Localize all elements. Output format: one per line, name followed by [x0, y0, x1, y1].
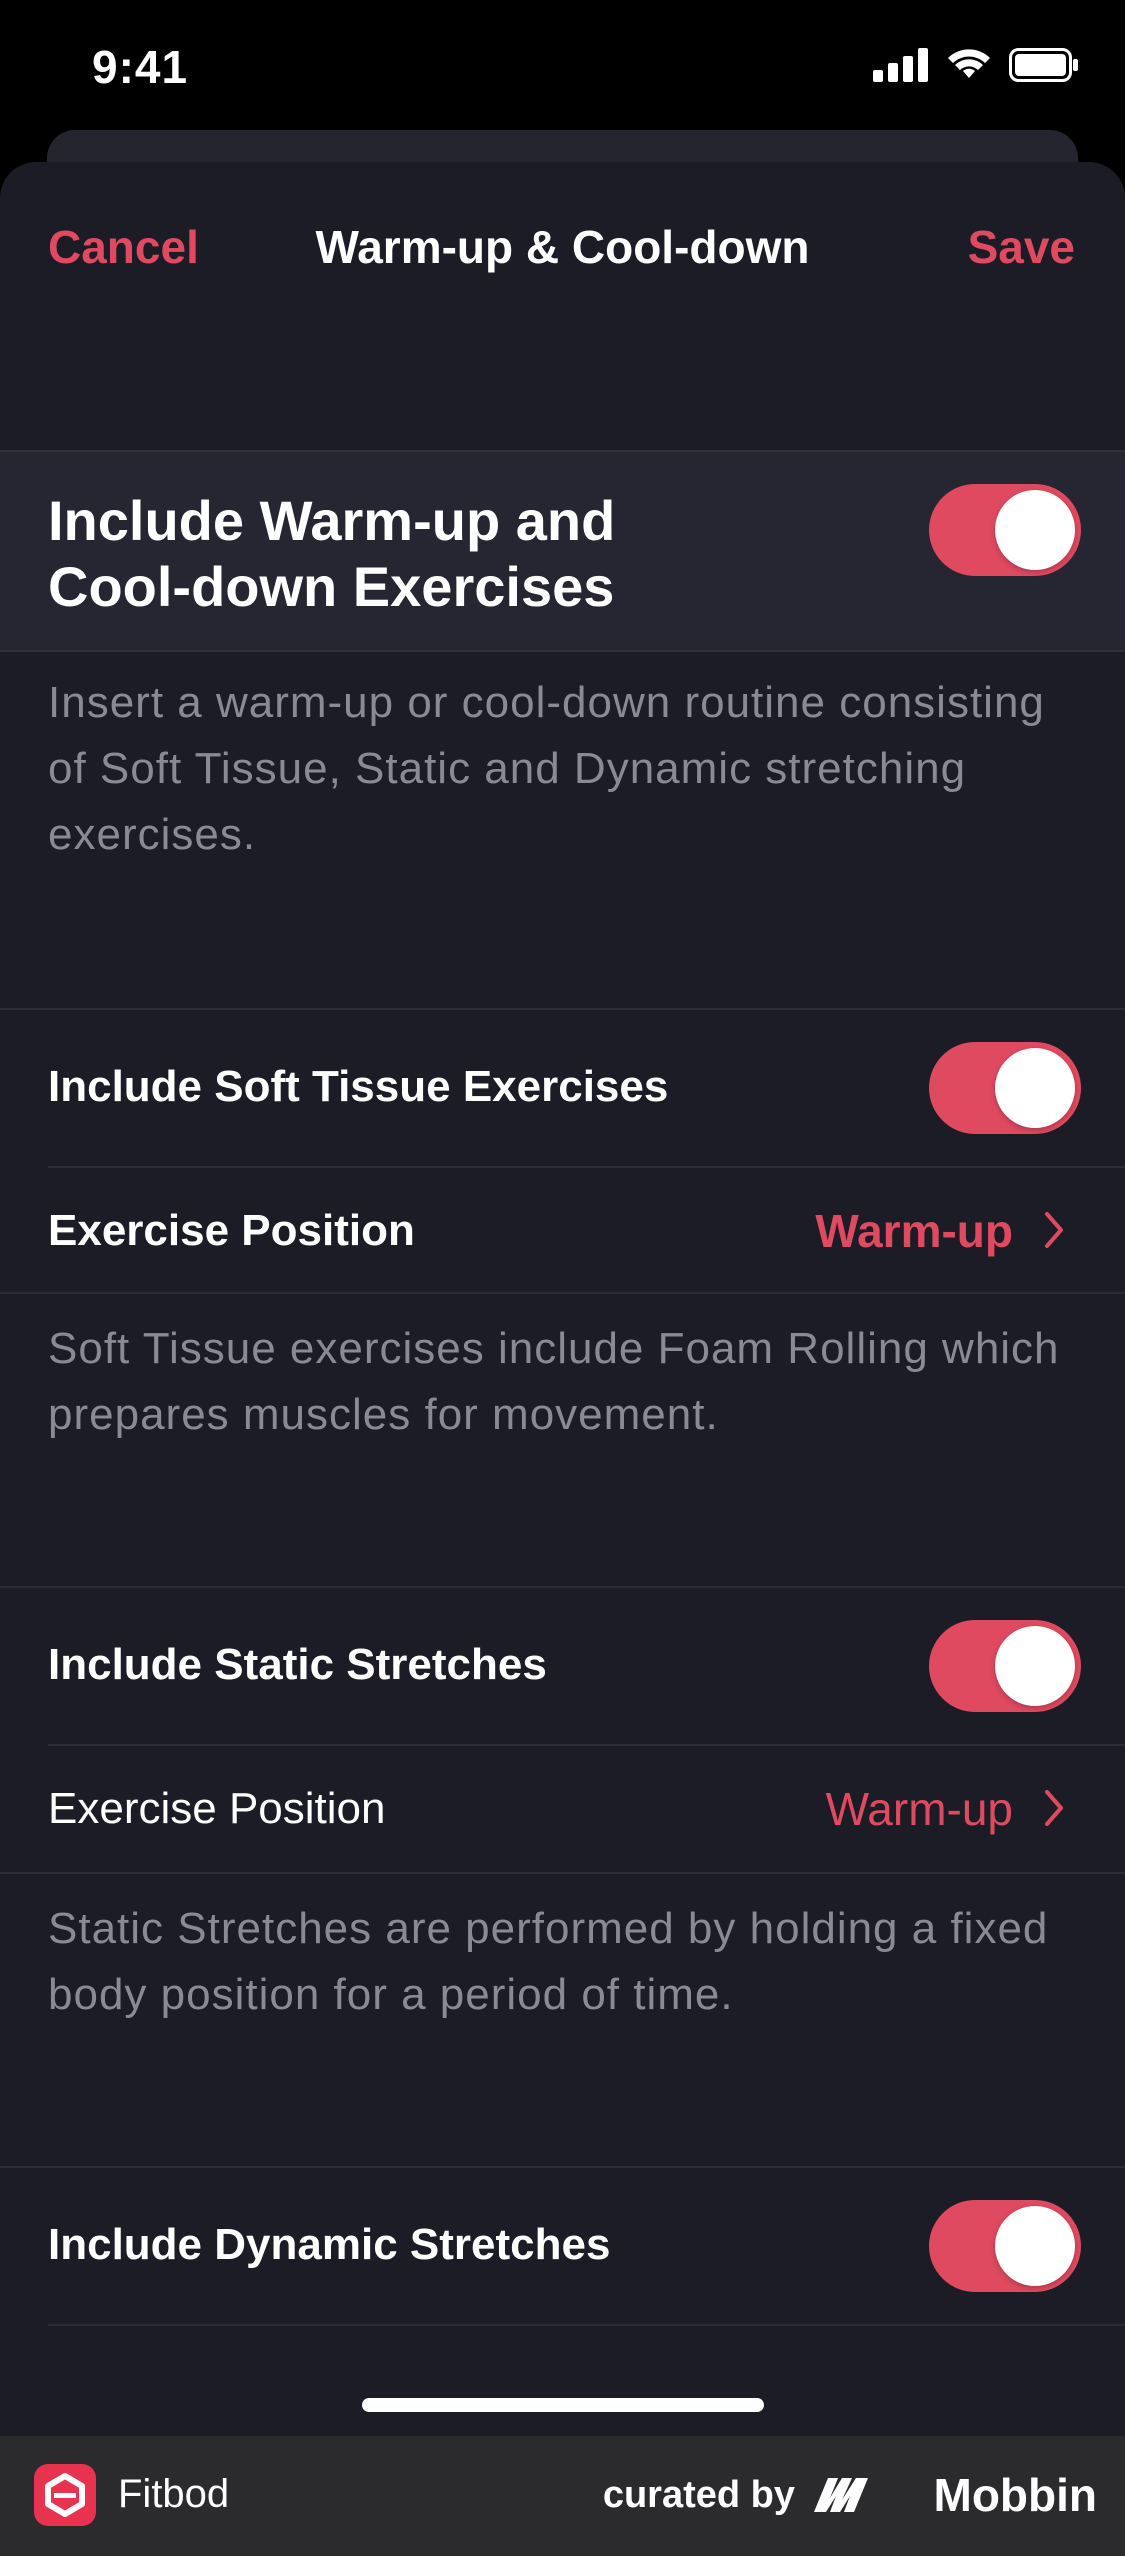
footer-bar: Fitbod curated by Mobbin	[0, 2436, 1125, 2556]
static-description: Static Stretches are performed by holdin…	[48, 1904, 1049, 2019]
app-name: Fitbod	[118, 2472, 230, 2516]
main-toggle-switch[interactable]	[929, 484, 1081, 576]
toggle-knob	[995, 2206, 1075, 2286]
main-toggle-row: Include Warm-up and Cool-down Exercises	[0, 450, 1125, 652]
brand-name: Mobbin	[933, 2469, 1098, 2521]
dynamic-toggle[interactable]	[929, 2200, 1081, 2292]
main-description: Insert a warm-up or cool-down routine co…	[48, 678, 1045, 859]
cancel-button[interactable]: Cancel	[48, 220, 199, 274]
toggle-knob	[995, 1626, 1075, 1706]
nav-bar: Warm-up & Cool-down Cancel Save	[0, 162, 1125, 322]
toggle-knob	[995, 490, 1075, 570]
fitbod-logo-icon	[34, 2464, 96, 2526]
static-toggle[interactable]	[929, 1620, 1081, 1712]
section-divider	[0, 1008, 1125, 1010]
soft-tissue-position-value[interactable]: Warm-up	[815, 1204, 1013, 1258]
toggle-knob	[995, 1048, 1075, 1128]
status-time: 9:41	[92, 41, 189, 93]
settings-sheet: Warm-up & Cool-down Cancel Save Include …	[0, 162, 1125, 2436]
soft-tissue-position-label[interactable]: Exercise Position	[48, 1206, 415, 1256]
chevron-right-icon[interactable]	[1039, 1786, 1069, 1830]
static-position-value[interactable]: Warm-up	[826, 1782, 1013, 1836]
wifi-icon	[948, 49, 990, 78]
soft-tissue-description: Soft Tissue exercises include Foam Rolli…	[48, 1324, 1060, 1439]
soft-tissue-label: Include Soft Tissue Exercises	[48, 1062, 669, 1111]
save-button[interactable]: Save	[968, 220, 1075, 274]
static-position-label[interactable]: Exercise Position	[48, 1784, 385, 1834]
row-divider	[48, 1744, 1125, 1746]
dynamic-label: Include Dynamic Stretches	[48, 2220, 611, 2269]
section-divider	[0, 2166, 1125, 2168]
section-divider	[0, 1872, 1125, 1874]
status-bar: 9:41	[0, 0, 1125, 140]
soft-tissue-toggle[interactable]	[929, 1042, 1081, 1134]
battery-icon	[1009, 48, 1078, 82]
chevron-right-icon[interactable]	[1039, 1208, 1069, 1252]
curated-by-label: curated by	[602, 2474, 795, 2516]
mobbin-logo-icon	[814, 2478, 868, 2512]
row-divider	[48, 1166, 1125, 1168]
home-indicator	[362, 2398, 764, 2412]
section-divider	[0, 1586, 1125, 1588]
row-divider	[48, 2324, 1125, 2326]
signal-icon	[873, 48, 928, 82]
section-divider	[0, 1292, 1125, 1294]
status-icons	[873, 48, 1079, 82]
static-label: Include Static Stretches	[48, 1640, 547, 1689]
main-toggle-label: Include Warm-up and Cool-down Exercises	[48, 489, 616, 618]
